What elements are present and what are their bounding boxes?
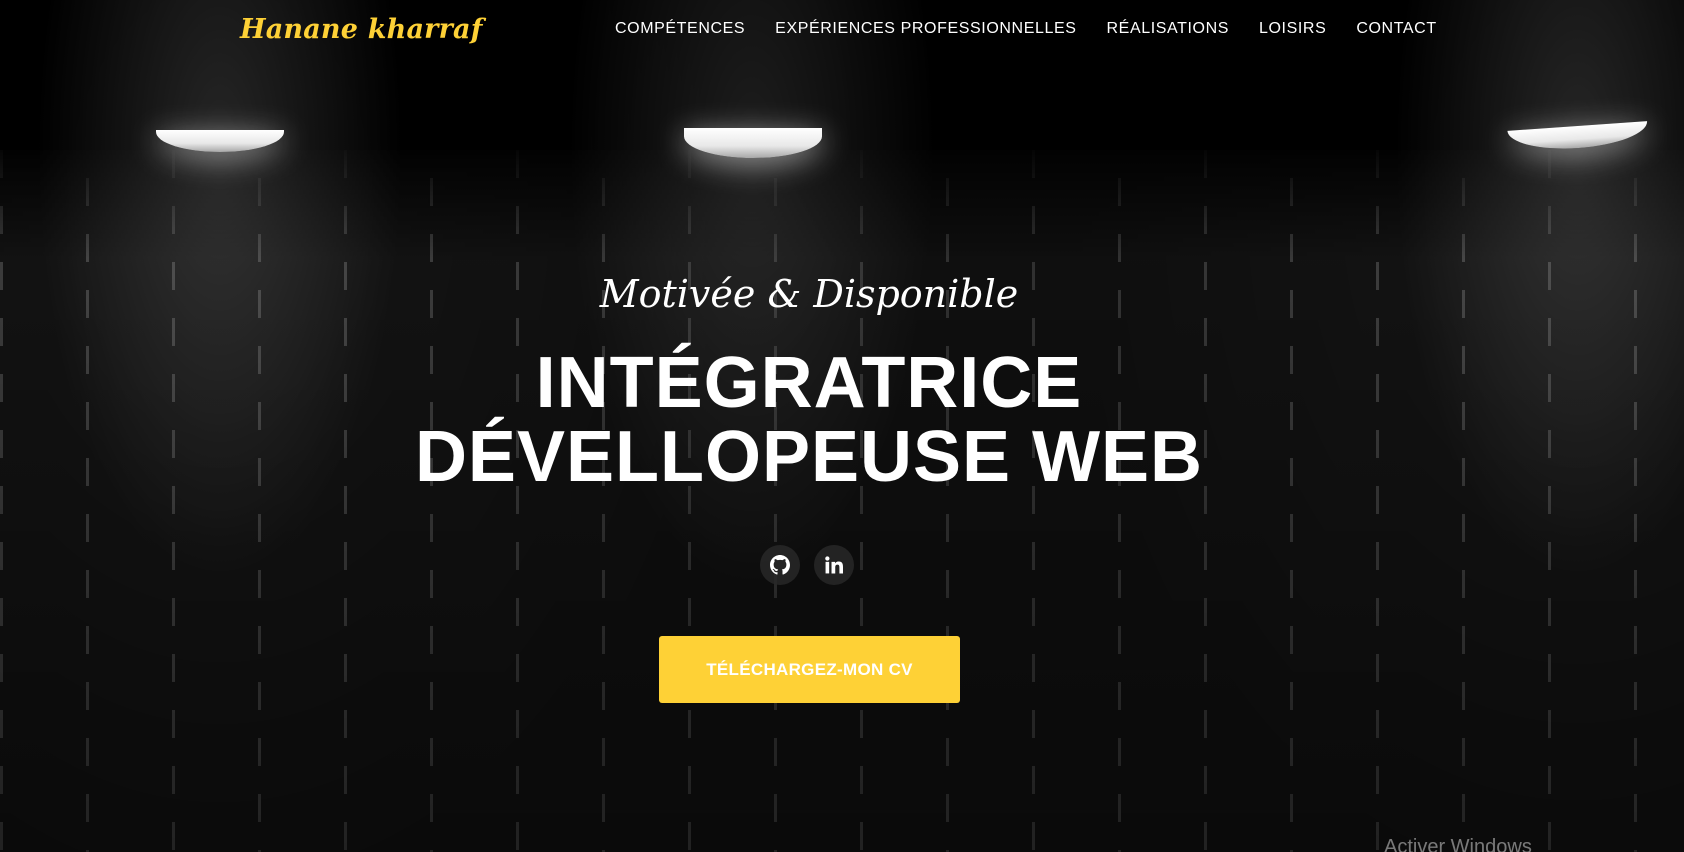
github-link[interactable]	[760, 545, 800, 585]
brand-logo[interactable]: Hanane kharraf	[240, 14, 483, 45]
hero-subheading: Motivée & Disponible	[599, 272, 1019, 316]
download-cv-button[interactable]: TÉLÉCHARGEZ-MON CV	[659, 636, 960, 703]
nav-link-contact[interactable]: CONTACT	[1341, 20, 1451, 38]
hero-heading: INTÉGRATRICE DÉVELLOPEUSE WEB	[0, 346, 1618, 494]
nav-link-loisirs[interactable]: LOISIRS	[1244, 20, 1341, 38]
navbar: Hanane kharraf COMPÉTENCES EXPÉRIENCES P…	[0, 0, 1684, 62]
linkedin-link[interactable]	[814, 545, 854, 585]
github-icon	[770, 555, 790, 575]
windows-activation-watermark: Activer Windows	[1384, 836, 1532, 852]
nav-link-experiences[interactable]: EXPÉRIENCES PROFESSIONNELLES	[760, 20, 1091, 38]
hero-heading-line1: INTÉGRATRICE	[535, 343, 1083, 423]
social-links	[760, 545, 854, 585]
linkedin-icon	[825, 556, 843, 574]
nav-links: COMPÉTENCES EXPÉRIENCES PROFESSIONNELLES…	[600, 20, 1452, 38]
hero-heading-line2: DÉVELLOPEUSE WEB	[414, 417, 1204, 497]
nav-link-realisations[interactable]: RÉALISATIONS	[1092, 20, 1245, 38]
nav-link-competences[interactable]: COMPÉTENCES	[600, 20, 760, 38]
